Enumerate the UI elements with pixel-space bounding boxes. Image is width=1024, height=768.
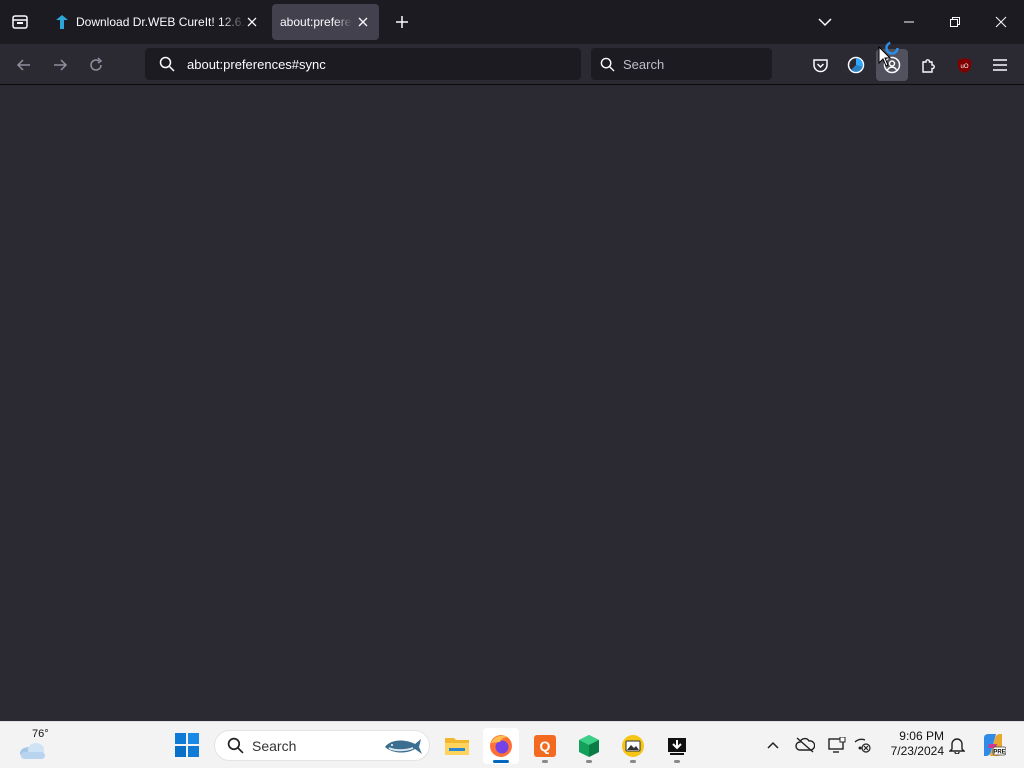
firefox-app[interactable] [483,728,519,764]
menu-button[interactable] [984,49,1016,81]
minimize-icon [904,21,914,23]
loading-spinner-icon [885,41,899,55]
restore-icon [950,17,960,27]
forward-button[interactable] [45,50,75,80]
onedrive-tray[interactable] [794,734,816,756]
new-tab-button[interactable] [388,8,416,36]
puzzle-icon [921,58,935,73]
back-button[interactable] [9,50,39,80]
taskbar-search[interactable]: Search [214,730,430,761]
chevron-down-icon [818,18,832,27]
minimize-button[interactable] [886,0,932,44]
extensions-button[interactable] [912,49,944,81]
pocket-button[interactable] [804,49,836,81]
cloud-icon [20,743,45,759]
svg-text:Q: Q [540,738,551,754]
restore-button[interactable] [932,0,978,44]
clock[interactable]: 9:06 PM 7/23/2024 [880,729,944,759]
weather-widget[interactable]: 76° [16,728,56,764]
firefox-view-button[interactable] [6,8,34,36]
windows-logo-icon [175,733,199,757]
close-window-button[interactable] [978,0,1024,44]
ublock-origin-icon: uO [957,57,971,73]
tab-title: Download Dr.WEB CureIt! 12.6.1 [76,15,246,29]
notifications-button[interactable] [946,734,968,756]
search-icon [600,57,615,72]
page-content [0,85,1024,721]
drweb-favicon-icon [56,15,68,29]
taskbar: 76° Search Q 9:06 PM 7/23/2024 PRE [0,721,1024,768]
svg-text:PRE: PRE [993,750,1005,756]
firefox-icon [490,735,512,757]
green-cube-icon [579,735,599,757]
tab-drweb[interactable]: Download Dr.WEB CureIt! 12.6.1 [44,4,268,40]
copilot-button[interactable]: PRE [980,732,1006,758]
taskbar-search-placeholder: Search [252,737,297,754]
app-indicator [493,760,509,763]
clock-time: 9:06 PM [899,729,944,743]
chevron-up-icon [767,741,779,749]
start-button[interactable] [174,732,202,760]
plus-icon [396,16,408,28]
arrow-right-icon [54,59,68,71]
weather-temp: 76° [32,728,49,740]
photo-app[interactable] [615,728,651,764]
app-indicator [674,760,680,763]
app-indicator [542,760,548,763]
clock-date: 7/23/2024 [890,744,944,758]
bell-icon [949,738,965,754]
reload-button[interactable] [81,50,111,80]
list-all-tabs-button[interactable] [802,0,848,44]
tab-title: about:preferences#sync [280,15,352,29]
copilot-icon: PRE [984,734,1006,756]
svg-text:uO: uO [960,64,968,70]
q-app-icon: Q [534,735,556,757]
app-indicator [630,760,636,763]
firefox-view-icon [12,15,28,29]
ublock-button[interactable]: uO [948,49,980,81]
arrow-left-icon [16,59,30,71]
tab-strip: Download Dr.WEB CureIt! 12.6.1 about:pre… [0,0,1024,44]
tab-preferences[interactable]: about:preferences#sync [272,4,379,40]
extension-button[interactable] [840,49,872,81]
folder-icon [445,738,469,755]
search-icon [159,56,175,72]
display-tray[interactable] [826,734,848,756]
file-explorer-app[interactable] [439,728,475,764]
address-bar[interactable]: about:preferences#sync [145,48,581,80]
monitor-icon [828,737,846,753]
close-tab-icon[interactable] [355,14,371,30]
pie-chart-icon [847,56,865,74]
installer-app[interactable] [659,728,695,764]
hamburger-menu-icon [993,59,1007,71]
installer-icon [668,738,686,755]
url-text: about:preferences#sync [187,56,326,72]
search-placeholder: Search [623,56,665,72]
network-disconnected-icon [854,738,871,753]
q-app[interactable]: Q [527,728,563,764]
show-hidden-icons-button[interactable] [762,734,784,756]
close-tab-icon[interactable] [244,14,260,30]
network-tray[interactable] [851,734,873,756]
cloud-offline-icon [795,737,815,753]
app-indicator [586,760,592,763]
navigation-toolbar: about:preferences#sync Search uO [0,44,1024,85]
reload-icon [90,57,103,71]
search-icon [227,737,244,754]
whale-highlight-icon [385,739,422,754]
pocket-icon [812,58,828,72]
photo-viewer-icon [622,735,644,757]
close-icon [995,16,1007,28]
green-cube-app[interactable] [571,728,607,764]
search-bar[interactable]: Search [591,48,772,80]
